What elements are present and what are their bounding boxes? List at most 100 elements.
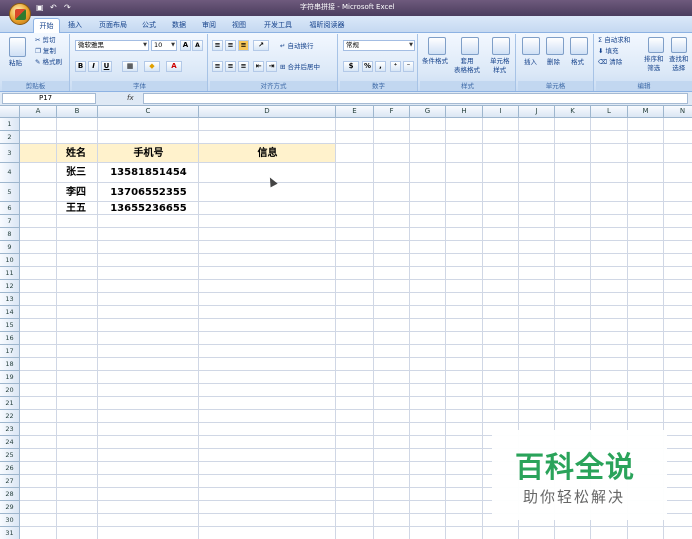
row-header[interactable]: 20	[0, 384, 20, 397]
tab-foxit-reader[interactable]: 福昕阅读器	[304, 18, 350, 33]
row-header[interactable]: 18	[0, 358, 20, 371]
format-cells-icon[interactable]	[570, 37, 588, 55]
wrap-text-button[interactable]: ↵ 自动换行	[280, 42, 314, 51]
name-cell[interactable]: 王五	[57, 202, 98, 215]
paste-icon[interactable]	[9, 37, 26, 57]
tab-developer[interactable]: 开发工具	[259, 18, 297, 33]
merge-center-button[interactable]: ⊞ 合并后居中	[280, 63, 320, 72]
row-header[interactable]: 19	[0, 371, 20, 384]
row-header[interactable]: 28	[0, 488, 20, 501]
row-header[interactable]: 21	[0, 397, 20, 410]
align-bottom-icon[interactable]: ≡	[238, 40, 249, 51]
column-header[interactable]: J	[519, 106, 555, 118]
align-top-icon[interactable]: ≡	[212, 40, 223, 51]
column-header[interactable]: L	[591, 106, 628, 118]
format-cells-button[interactable]: 格式	[571, 58, 584, 67]
tab-page-layout[interactable]: 页面布局	[94, 18, 132, 33]
decrease-indent-icon[interactable]: ⇤	[253, 61, 264, 72]
row-header[interactable]: 29	[0, 501, 20, 514]
tab-formulas[interactable]: 公式	[137, 18, 161, 33]
redo-icon[interactable]: ↷	[64, 2, 71, 13]
align-right-icon[interactable]: ≡	[238, 61, 249, 72]
font-family-select[interactable]: 微软雅黑 ▼	[75, 40, 149, 51]
formula-input[interactable]	[143, 93, 688, 104]
row-header[interactable]: 11	[0, 267, 20, 280]
column-header[interactable]: C	[98, 106, 199, 118]
row-header[interactable]: 30	[0, 514, 20, 527]
comma-button[interactable]: ,	[375, 61, 386, 72]
column-header[interactable]: D	[199, 106, 336, 118]
undo-icon[interactable]: ↶	[50, 2, 57, 13]
conditional-format-icon[interactable]	[428, 37, 446, 55]
align-left-icon[interactable]: ≡	[212, 61, 223, 72]
row-header[interactable]: 14	[0, 306, 20, 319]
header-info-cell[interactable]: 信息	[199, 144, 336, 163]
increase-decimal-icon[interactable]: ⁺	[390, 61, 401, 72]
office-button[interactable]	[9, 3, 31, 25]
phone-cell[interactable]: 13706552355	[98, 183, 199, 202]
delete-cells-button[interactable]: 删除	[547, 58, 560, 67]
cell-styles-button[interactable]: 单元格 样式	[490, 57, 510, 75]
orientation-icon[interactable]: ↗	[253, 40, 269, 51]
row-header[interactable]: 10	[0, 254, 20, 267]
decrease-decimal-icon[interactable]: ⁻	[403, 61, 414, 72]
bold-button[interactable]: B	[75, 61, 86, 72]
insert-cells-icon[interactable]	[522, 37, 540, 55]
fill-color-button[interactable]: ◆	[144, 61, 160, 72]
format-painter-button[interactable]: ✎ 格式刷	[35, 58, 62, 67]
percent-button[interactable]: %	[362, 61, 373, 72]
align-middle-icon[interactable]: ≡	[225, 40, 236, 51]
clear-button[interactable]: ⌫ 清除	[598, 58, 622, 67]
increase-indent-icon[interactable]: ⇥	[266, 61, 277, 72]
select-all-button[interactable]	[0, 106, 20, 118]
sort-filter-icon[interactable]	[648, 37, 664, 53]
row-header[interactable]: 16	[0, 332, 20, 345]
format-as-table-button[interactable]: 套用 表格格式	[454, 57, 480, 75]
shrink-font-button[interactable]: A	[192, 40, 203, 51]
sort-filter-button[interactable]: 排序和 筛选	[644, 55, 664, 73]
row-header[interactable]: 23	[0, 423, 20, 436]
row-header[interactable]: 3	[0, 144, 20, 163]
column-header[interactable]: M	[628, 106, 664, 118]
row-header[interactable]: 24	[0, 436, 20, 449]
phone-cell[interactable]: 13655236655	[98, 202, 199, 215]
insert-function-button[interactable]: fx	[127, 93, 141, 104]
header-name-cell[interactable]: 姓名	[57, 144, 98, 163]
row-header[interactable]: 6	[0, 202, 20, 215]
row-header[interactable]: 5	[0, 183, 20, 202]
row-header[interactable]: 26	[0, 462, 20, 475]
row-header[interactable]: 8	[0, 228, 20, 241]
tab-review[interactable]: 审阅	[197, 18, 221, 33]
column-header[interactable]: I	[483, 106, 519, 118]
italic-button[interactable]: I	[88, 61, 99, 72]
row-header[interactable]: 25	[0, 449, 20, 462]
tab-data[interactable]: 数据	[167, 18, 191, 33]
row-header[interactable]: 27	[0, 475, 20, 488]
column-header[interactable]: H	[446, 106, 483, 118]
find-select-icon[interactable]	[671, 37, 687, 53]
row-header[interactable]: 1	[0, 118, 20, 131]
phone-cell[interactable]: 13581851454	[98, 163, 199, 183]
underline-button[interactable]: U	[101, 61, 112, 72]
row-header[interactable]: 4	[0, 163, 20, 183]
header-phone-cell[interactable]: 手机号	[98, 144, 199, 163]
align-center-icon[interactable]: ≡	[225, 61, 236, 72]
insert-cells-button[interactable]: 插入	[524, 58, 537, 67]
format-as-table-icon[interactable]	[461, 37, 479, 55]
row-header[interactable]: 13	[0, 293, 20, 306]
column-header[interactable]: A	[20, 106, 57, 118]
column-header[interactable]: G	[410, 106, 446, 118]
column-header[interactable]: N	[664, 106, 692, 118]
column-header[interactable]: K	[555, 106, 591, 118]
row-header[interactable]: 22	[0, 410, 20, 423]
column-header[interactable]: B	[57, 106, 98, 118]
row-header[interactable]: 12	[0, 280, 20, 293]
cell-styles-icon[interactable]	[492, 37, 510, 55]
copy-button[interactable]: ❐ 复制	[35, 47, 56, 56]
column-header[interactable]: F	[374, 106, 410, 118]
row-header[interactable]: 7	[0, 215, 20, 228]
currency-icon[interactable]: $	[343, 61, 359, 72]
save-icon[interactable]: ▣	[36, 2, 44, 13]
find-select-button[interactable]: 查找和 选择	[669, 55, 689, 73]
name-cell[interactable]: 李四	[57, 183, 98, 202]
